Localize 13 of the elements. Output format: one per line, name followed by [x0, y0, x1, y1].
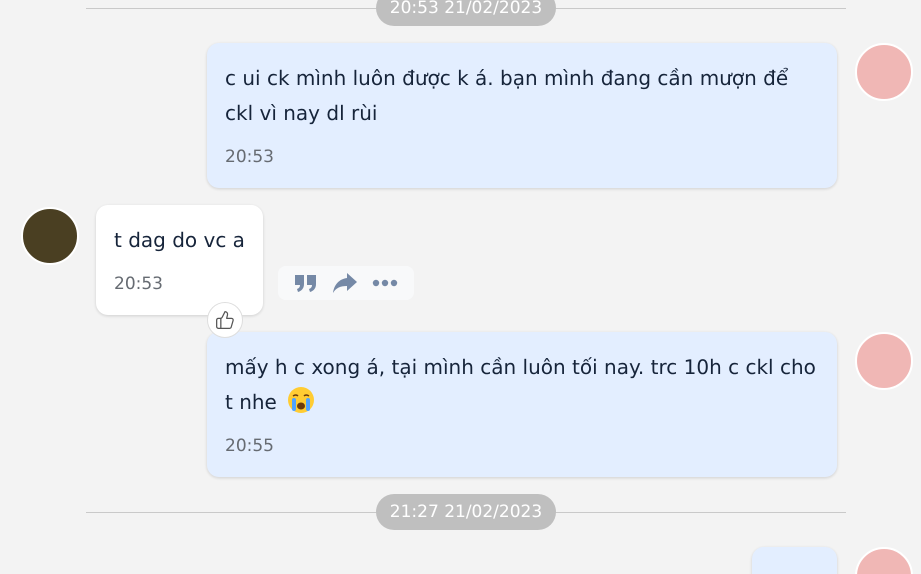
message-time: 20:53 [225, 146, 275, 169]
date-divider: 20:53 21/02/2023 [376, 0, 556, 26]
message-text: mấy h c xong á, tại mình cần luôn tối nay. trc 10h c ckl cho t nhe [225, 354, 817, 416]
message-time: 20:53 [114, 273, 164, 296]
message-text: t dag do vc a [114, 227, 245, 254]
thumbs-up-icon [215, 310, 235, 330]
date-divider: 21:27 21/02/2023 [376, 494, 556, 530]
message-time: 20:55 [225, 435, 275, 458]
more-icon[interactable] [372, 279, 398, 287]
message-text: c ui ck mình luôn được k á. bạn mình đang cần mượn để ckl vì nay dl rùi [225, 65, 790, 127]
like-button[interactable] [207, 302, 243, 338]
forward-icon[interactable] [332, 272, 358, 294]
quote-icon[interactable] [294, 273, 318, 293]
